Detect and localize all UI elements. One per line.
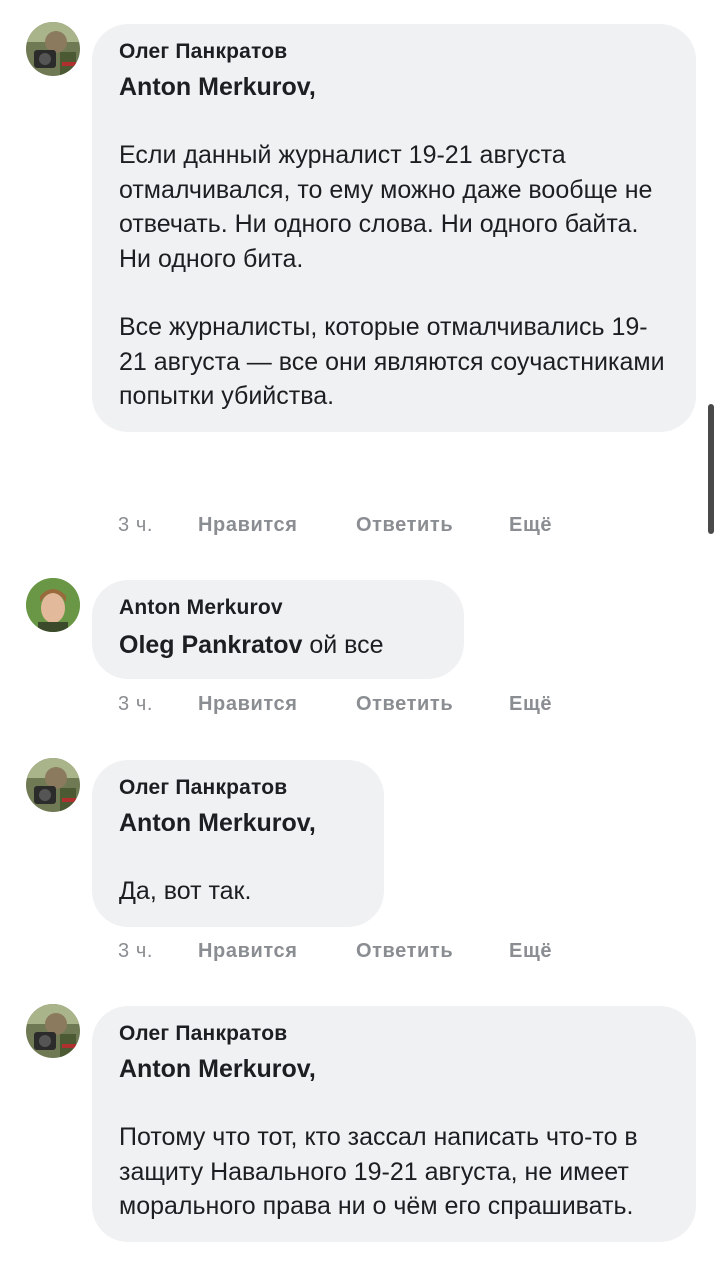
comment-time[interactable]: 3 ч. [118,693,198,716]
avatar-oleg-image [26,1004,80,1058]
reply-button[interactable]: Ответить [356,514,509,537]
avatar-oleg[interactable] [26,758,80,812]
more-button[interactable]: Ещё [509,940,552,963]
avatar-oleg[interactable] [26,22,80,76]
comment-author[interactable]: Олег Панкратов [119,38,668,66]
comment-actions: 3 ч. Нравится Ответить Ещё [118,514,552,537]
comment-bubble: Олег Панкратов Anton Merkurov, Если данн… [92,24,696,432]
comment-author[interactable]: Олег Панкратов [119,774,356,802]
reply-button[interactable]: Ответить [356,940,509,963]
reply-button[interactable]: Ответить [356,693,509,716]
avatar-oleg[interactable] [26,1004,80,1058]
comment-actions: 3 ч. Нравится Ответить Ещё [118,693,552,716]
like-button[interactable]: Нравится [198,940,356,963]
like-button[interactable]: Нравится [198,693,356,716]
more-button[interactable]: Ещё [509,514,552,537]
comment-author[interactable]: Олег Панкратов [119,1020,668,1048]
comment-bubble: Олег Панкратов Anton Merkurov, Потому чт… [92,1006,696,1242]
comment-text: Все журналисты, которые отмалчивались 19… [119,313,665,410]
comment-text: Если данный журналист 19-21 августа отма… [119,141,653,273]
reply-mention[interactable]: Anton Merkurov, [119,70,668,104]
comment-author[interactable]: Anton Merkurov [119,594,436,622]
more-button[interactable]: Ещё [509,693,552,716]
avatar-anton[interactable] [26,578,80,632]
comment-text: Потому что тот, кто зассал написать что-… [119,1123,638,1220]
reply-mention[interactable]: Anton Merkurov, [119,806,356,840]
comment-bubble: Олег Панкратов Anton Merkurov, Да, вот т… [92,760,384,927]
reply-mention[interactable]: Oleg Pankratov [119,631,302,659]
comment-time[interactable]: 3 ч. [118,514,198,537]
avatar-oleg-image [26,22,80,76]
comment-text-content: ой все [302,631,384,659]
comment-actions: 3 ч. Нравится Ответить Ещё [118,940,552,963]
comment-time[interactable]: 3 ч. [118,940,198,963]
scrollbar[interactable] [708,404,714,534]
reply-mention[interactable]: Anton Merkurov, [119,1052,668,1086]
comment-text: Да, вот так. [119,877,252,905]
avatar-anton-image [26,578,80,632]
comment-text: Oleg Pankratov ой все [119,628,436,663]
comment-bubble: Anton Merkurov Oleg Pankratov ой все [92,580,464,679]
avatar-oleg-image [26,758,80,812]
like-button[interactable]: Нравится [198,514,356,537]
